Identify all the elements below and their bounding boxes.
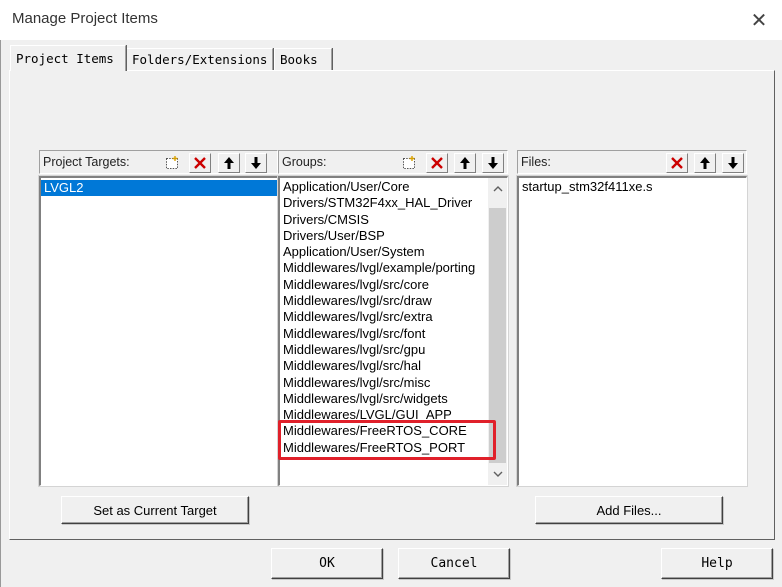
list-item[interactable]: Middlewares/lvgl/src/hal bbox=[280, 358, 507, 374]
list-item[interactable]: Drivers/STM32F4xx_HAL_Driver bbox=[280, 195, 507, 211]
button-label: Help bbox=[701, 556, 733, 571]
list-item[interactable]: Middlewares/lvgl/src/font bbox=[280, 326, 507, 342]
tab-folders-extensions[interactable]: Folders/Extensions bbox=[126, 48, 273, 70]
window-title: Manage Project Items bbox=[12, 10, 158, 27]
button-label: OK bbox=[319, 556, 335, 571]
button-label: Add Files... bbox=[596, 502, 662, 518]
list-item[interactable]: Middlewares/lvgl/example/porting bbox=[280, 260, 507, 276]
button-label: Cancel bbox=[430, 556, 478, 571]
list-item[interactable]: Middlewares/lvgl/src/widgets bbox=[280, 391, 507, 407]
targets-label: Project Targets: bbox=[43, 155, 130, 169]
list-item[interactable]: Application/User/Core bbox=[280, 179, 507, 195]
groups-label: Groups: bbox=[282, 155, 327, 169]
set-current-target-button[interactable]: Set as Current Target bbox=[61, 496, 249, 524]
button-label: Set as Current Target bbox=[93, 502, 217, 518]
dialog-body: Project Items Folders/Extensions Books P… bbox=[0, 40, 782, 587]
move-up-icon[interactable] bbox=[694, 153, 716, 173]
list-item[interactable]: Application/User/System bbox=[280, 244, 507, 260]
files-header: Files: bbox=[517, 150, 747, 174]
close-icon[interactable]: ✕ bbox=[746, 8, 772, 32]
list-item[interactable]: Middlewares/lvgl/src/extra bbox=[280, 309, 507, 325]
list-item[interactable]: Middlewares/lvgl/src/gpu bbox=[280, 342, 507, 358]
ok-button[interactable]: OK bbox=[271, 548, 383, 579]
files-label: Files: bbox=[521, 155, 551, 169]
list-item[interactable]: startup_stm32f411xe.s bbox=[519, 179, 746, 195]
groups-panel: Groups: Application/User/Core Drivers/STM… bbox=[277, 150, 509, 500]
tab-label: Books bbox=[280, 52, 318, 67]
list-item[interactable]: Middlewares/lvgl/src/draw bbox=[280, 293, 507, 309]
list-item[interactable]: Middlewares/lvgl/src/core bbox=[280, 277, 507, 293]
delete-icon[interactable] bbox=[666, 153, 688, 173]
scroll-up-icon[interactable] bbox=[488, 180, 507, 198]
list-item[interactable]: LVGL2 bbox=[41, 180, 277, 197]
title-bar: Manage Project Items ✕ bbox=[0, 0, 782, 40]
list-item[interactable]: Drivers/User/BSP bbox=[280, 228, 507, 244]
add-files-button[interactable]: Add Files... bbox=[535, 496, 723, 524]
new-icon[interactable] bbox=[161, 153, 183, 173]
delete-icon[interactable] bbox=[426, 153, 448, 173]
move-down-icon[interactable] bbox=[482, 153, 504, 173]
list-item[interactable]: Middlewares/lvgl/src/misc bbox=[280, 375, 507, 391]
targets-header: Project Targets: bbox=[39, 150, 278, 174]
list-item[interactable]: Drivers/CMSIS bbox=[280, 212, 507, 228]
files-list[interactable]: startup_stm32f411xe.s bbox=[516, 175, 748, 487]
targets-panel: Project Targets: LVGL2 bbox=[38, 150, 279, 500]
tab-label: Project Items bbox=[16, 51, 114, 66]
groups-items: Application/User/Core Drivers/STM32F4xx_H… bbox=[280, 178, 507, 456]
cancel-button[interactable]: Cancel bbox=[398, 548, 510, 579]
tab-panel: Project Targets: LVGL2 Groups: Applicati… bbox=[9, 70, 775, 540]
delete-icon[interactable] bbox=[189, 153, 211, 173]
move-up-icon[interactable] bbox=[218, 153, 240, 173]
tab-label: Folders/Extensions bbox=[132, 52, 268, 67]
move-down-icon[interactable] bbox=[245, 153, 267, 173]
files-panel: Files: startup_stm32f411xe.s bbox=[516, 150, 748, 500]
targets-list[interactable]: LVGL2 bbox=[38, 175, 279, 487]
help-button[interactable]: Help bbox=[661, 548, 773, 579]
tab-project-items[interactable]: Project Items bbox=[10, 45, 126, 71]
scroll-down-icon[interactable] bbox=[488, 465, 507, 483]
groups-header: Groups: bbox=[278, 150, 508, 174]
tab-books[interactable]: Books bbox=[274, 48, 332, 70]
new-icon[interactable] bbox=[398, 153, 420, 173]
move-down-icon[interactable] bbox=[722, 153, 744, 173]
move-up-icon[interactable] bbox=[454, 153, 476, 173]
highlight-annotation bbox=[278, 420, 496, 460]
